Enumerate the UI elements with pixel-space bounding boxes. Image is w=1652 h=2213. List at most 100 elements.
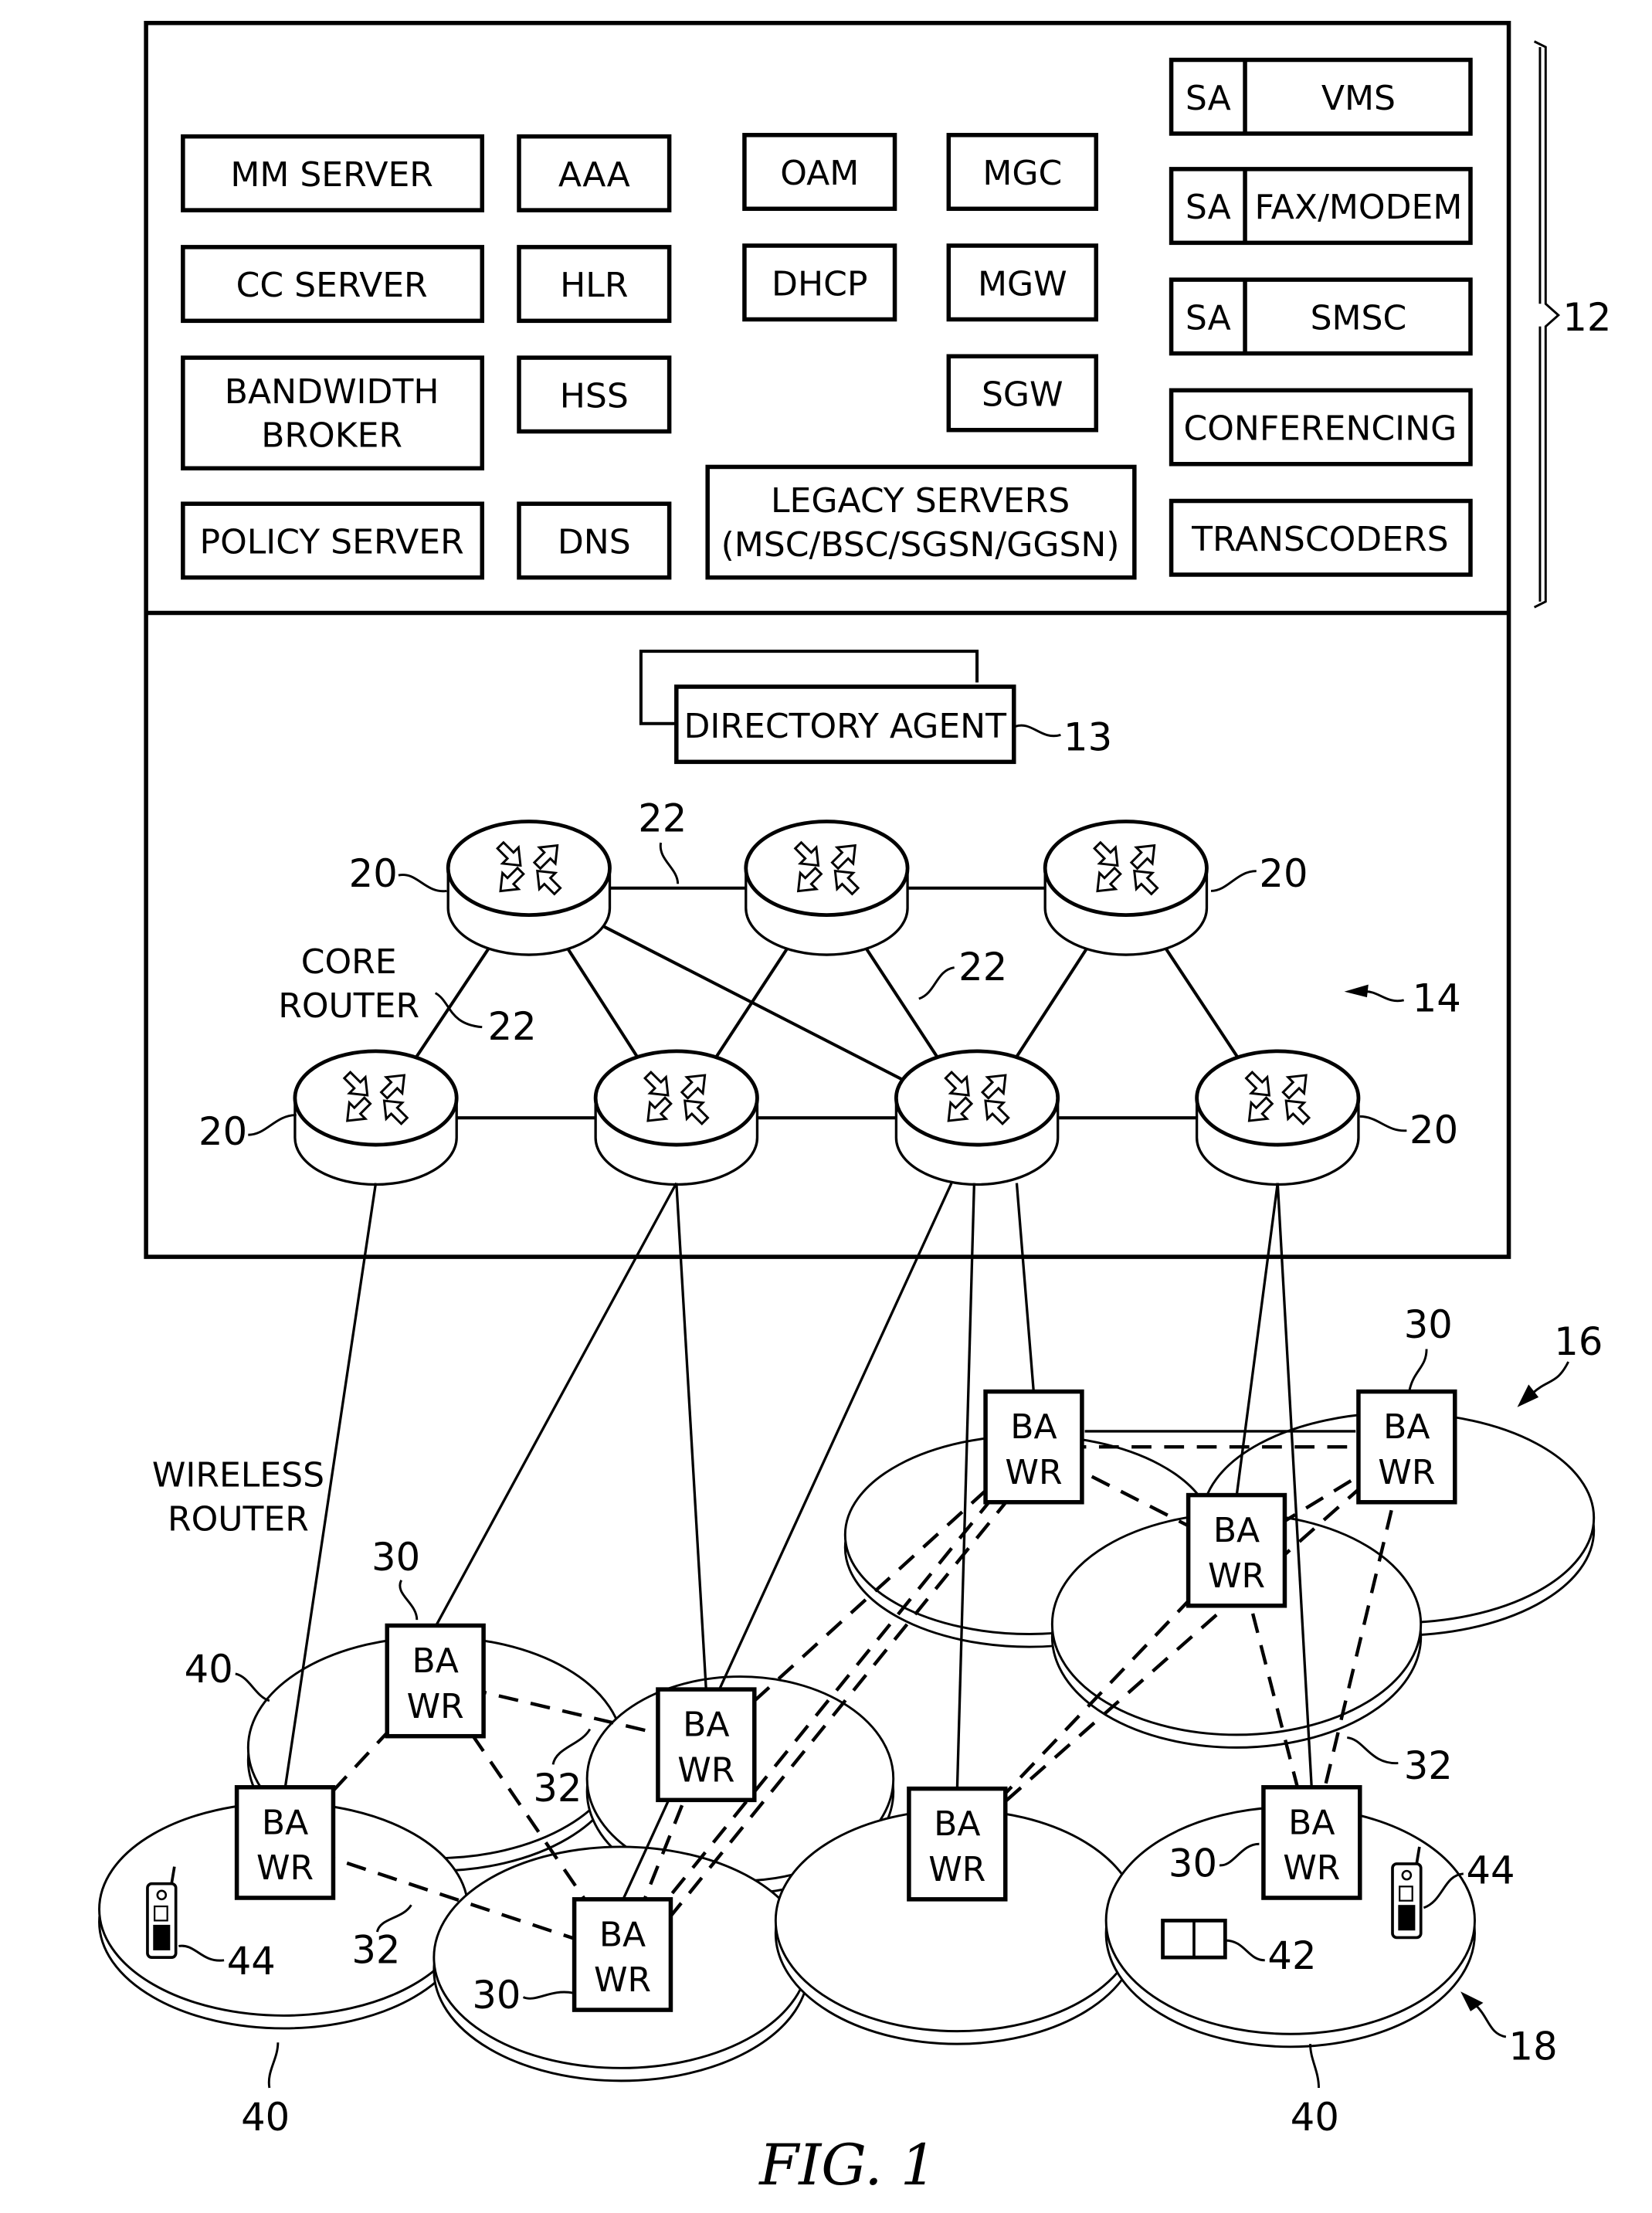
core-router-icon (1043, 820, 1209, 956)
cc-server-label: CC SERVER (236, 266, 428, 305)
wireless-link-ref-3-leader (1346, 1736, 1399, 1765)
hlr-box: HLR (517, 245, 672, 324)
cc-server-box: CC SERVER (181, 245, 485, 324)
router-ref-top-right: 20 (1259, 851, 1308, 896)
wireless-router-node-label-top: BA (1383, 1407, 1430, 1447)
backhaul-link (675, 1183, 708, 1692)
core-router-icon (446, 820, 612, 956)
sa-smsc-box: SA SMSC (1169, 277, 1473, 356)
node-ref-3: 30 (472, 1973, 521, 2018)
core-router-label-line1: CORE (301, 942, 397, 982)
backhaul-link (1015, 1183, 1036, 1393)
transcoders-label: TRANSCODERS (1191, 520, 1449, 559)
core-router-icon (894, 1049, 1060, 1186)
dns-box: DNS (517, 501, 672, 580)
service-layer-brace (1533, 40, 1561, 609)
hss-label: HSS (560, 376, 629, 416)
wireless-router-label-line2: ROUTER (168, 1499, 309, 1539)
backhaul-link (434, 1182, 678, 1628)
wireless-router-node-label-top: BA (599, 1915, 646, 1954)
wireless-router-node: BA WR (1186, 1492, 1287, 1608)
hlr-label: HLR (560, 266, 628, 305)
directory-agent-leader (1015, 724, 1061, 738)
wireless-router-node-label-top: BA (412, 1641, 458, 1681)
wireless-link-ref-3: 32 (1404, 1743, 1453, 1788)
wireless-link-ref-1: 32 (533, 1766, 582, 1811)
dns-label: DNS (558, 522, 631, 562)
sgw-label: SGW (982, 375, 1063, 414)
hss-box: HSS (517, 355, 672, 434)
cell-ref-2-leader (267, 2042, 280, 2089)
sa-vms-box: SA VMS (1169, 57, 1473, 136)
access-network-leader (1532, 1361, 1569, 1394)
wireless-router-node-label-top: BA (1288, 1803, 1335, 1842)
link-ref-middle: 22 (958, 945, 1007, 989)
core-router-icon (1195, 1049, 1361, 1186)
sa-fax-modem-box: SA FAX/MODEM (1169, 167, 1473, 246)
core-router-icon (744, 820, 910, 956)
wireless-router-node-label-top: BA (934, 1804, 980, 1844)
router-ref-bottom-right-leader (1359, 1115, 1407, 1132)
legacy-servers-label-line1: LEGACY SERVERS (771, 481, 1070, 521)
wireless-router-node-label-top: BA (1213, 1511, 1260, 1550)
wireless-router-label-line1: WIRELESS (152, 1456, 324, 1495)
dhcp-label: DHCP (772, 264, 867, 304)
sa-smsc-sa-label: SA (1186, 298, 1231, 338)
wireless-router-node: BA WR (907, 1786, 1008, 1902)
mgc-box: MGC (946, 133, 1099, 212)
core-router-icon (593, 1049, 759, 1186)
bandwidth-broker-box: BANDWIDTH BROKER (181, 355, 485, 471)
cell-ref-3: 40 (1291, 2095, 1339, 2140)
wireless-router-node-label-top: BA (262, 1803, 308, 1842)
router-ref-bottom-right: 20 (1409, 1108, 1458, 1152)
wireless-router-node-label-top: BA (1010, 1407, 1057, 1447)
sa-vms-label: VMS (1321, 79, 1396, 118)
router-ref-bottom-left-leader (248, 1114, 297, 1136)
router-ref-bottom-left: 20 (198, 1109, 247, 1154)
node-ref-1: 30 (371, 1535, 420, 1580)
core-network-leader (1364, 990, 1405, 1003)
router-ref-top-left-leader (398, 874, 447, 893)
wireless-router-node: BA WR (656, 1687, 757, 1803)
link-ref-middle-leader (918, 966, 955, 1000)
cell-ref-1: 40 (185, 1647, 233, 1692)
policy-server-label: POLICY SERVER (200, 522, 464, 562)
mm-server-box: MM SERVER (181, 134, 485, 212)
network-architecture-diagram: MM SERVER CC SERVER BANDWIDTH BROKER POL… (98, 21, 1611, 2198)
cell-ref-2: 40 (241, 2095, 290, 2140)
subscriber-leader (1474, 2003, 1507, 2038)
wireless-router-node-label-bottom: WR (677, 1750, 734, 1790)
wireless-router-node: BA WR (1356, 1389, 1457, 1505)
bandwidth-broker-label-line1: BANDWIDTH (225, 372, 439, 412)
access-network: BA WR BA WR BA WR BA WR BA WR BA WR BA WR BA WR BA WR WIR… (98, 1182, 1603, 2140)
node-ref-2: 30 (1404, 1302, 1453, 1347)
wireless-link-ref-2: 32 (351, 1927, 400, 1972)
cell-ref-3-leader (1309, 2044, 1320, 2089)
sa-vms-sa-label: SA (1186, 79, 1231, 118)
link-ref-top-leader (659, 842, 680, 884)
fax-modem-label: FAX/MODEM (1254, 188, 1462, 227)
wireless-router-node: BA WR (572, 1897, 673, 2012)
wireless-router-node: BA WR (385, 1623, 486, 1739)
wireless-router-node-label-bottom: WR (256, 1848, 314, 1888)
smsc-label: SMSC (1311, 298, 1407, 338)
wireless-router-node-label-bottom: WR (1378, 1453, 1435, 1492)
node-ref-1-leader (399, 1580, 419, 1621)
wireless-router-node: BA WR (983, 1389, 1084, 1505)
node-ref-2-leader (1408, 1349, 1428, 1391)
conferencing-label: CONFERENCING (1183, 409, 1457, 449)
mm-server-label: MM SERVER (230, 155, 433, 195)
node-ref-4: 30 (1169, 1841, 1217, 1885)
bandwidth-broker-label-line2: BROKER (261, 416, 402, 456)
legacy-servers-box: LEGACY SERVERS (MSC/BSC/SGSN/GGSN) (705, 464, 1137, 580)
figure-caption: FIG. 1 (758, 2133, 936, 2198)
fixed-device-ref: 42 (1267, 1933, 1316, 1978)
mobile-device-ref-left: 44 (227, 1939, 276, 1984)
core-network-ref: 14 (1413, 976, 1461, 1020)
wireless-router-node-label-bottom: WR (1283, 1848, 1340, 1888)
access-network-arrow (1517, 1384, 1539, 1407)
service-layer-ref: 12 (1562, 295, 1611, 340)
wireless-router-node: BA WR (234, 1785, 336, 1900)
oam-box: OAM (742, 133, 897, 212)
directory-agent-box: DIRECTORY AGENT (674, 684, 1016, 765)
